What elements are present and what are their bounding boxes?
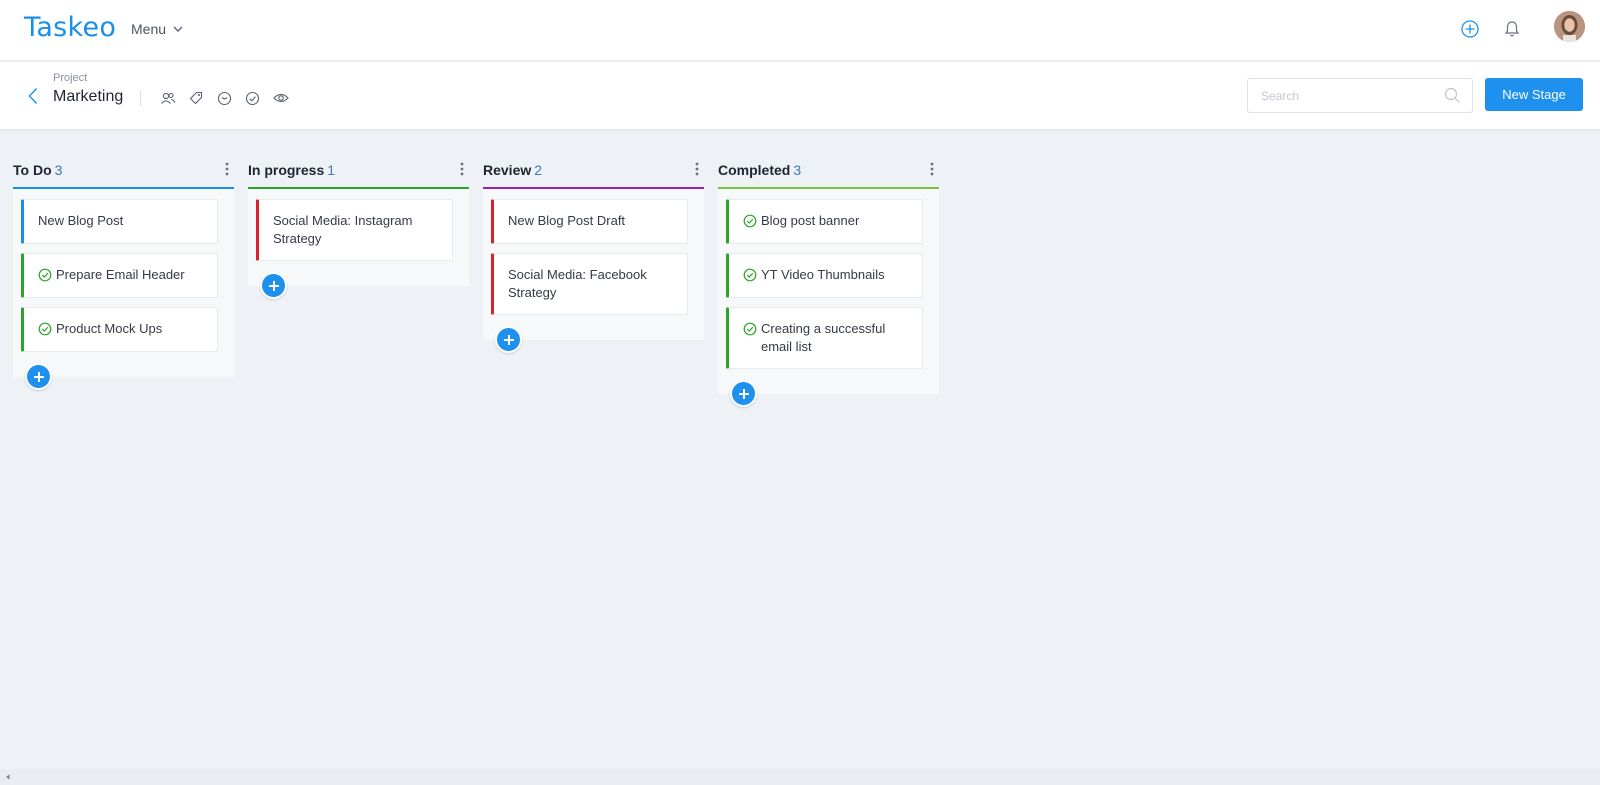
column-title-text: Review [483, 162, 532, 178]
column-header: Review 2 [483, 155, 704, 187]
add-task-button[interactable] [495, 326, 522, 353]
divider [140, 90, 141, 106]
task-title: Blog post banner [761, 213, 860, 228]
check-circle-icon [743, 322, 757, 336]
search-box [1247, 78, 1473, 113]
new-stage-button[interactable]: New Stage [1485, 78, 1583, 111]
menu-label: Menu [131, 21, 167, 37]
check-circle-icon [38, 322, 52, 336]
task-card[interactable]: YT Video Thumbnails [726, 253, 923, 298]
task-title: Social Media: Facebook Strategy [508, 267, 647, 300]
task-card[interactable]: Blog post banner [726, 199, 923, 244]
project-name: Marketing [53, 88, 124, 105]
stage-column-review: Review 2 New Blog Post Draft Social Media… [483, 155, 704, 353]
task-card[interactable]: Prepare Email Header [21, 253, 218, 298]
eye-icon[interactable] [272, 89, 290, 107]
column-count: 3 [54, 162, 63, 178]
plus-icon [33, 371, 44, 382]
bell-icon[interactable] [1501, 18, 1523, 40]
chevron-down-icon [173, 26, 183, 32]
column-header: Completed 3 [718, 155, 939, 187]
more-vertical-icon[interactable] [455, 160, 469, 178]
task-card[interactable]: Product Mock Ups [21, 307, 218, 352]
stage-column-completed: Completed 3 Blog post banner YT Video Thu… [718, 155, 939, 407]
column-body: Social Media: Instagram Strategy [248, 187, 469, 299]
minus-circle-icon[interactable] [215, 89, 233, 107]
plus-icon [503, 334, 514, 345]
column-count: 1 [327, 162, 336, 178]
task-card[interactable]: Social Media: Facebook Strategy [491, 253, 688, 315]
column-count: 3 [793, 162, 802, 178]
project-bar: Project Marketing New Stage [0, 62, 1600, 130]
more-vertical-icon[interactable] [220, 160, 234, 178]
back-arrow-icon[interactable] [25, 84, 41, 108]
task-title: YT Video Thumbnails [761, 267, 885, 282]
task-title: Product Mock Ups [56, 321, 163, 336]
column-body: New Blog Post Prepare Email Header Produ… [13, 187, 234, 390]
column-body: New Blog Post Draft Social Media: Facebo… [483, 187, 704, 353]
column-title: Completed 3 [718, 162, 801, 178]
add-task-button[interactable] [25, 363, 52, 390]
check-circle-icon [743, 268, 757, 282]
top-bar: Taskeo Menu [0, 0, 1600, 61]
project-label: Project [53, 72, 88, 84]
column-title: To Do 3 [13, 162, 62, 178]
task-title: Prepare Email Header [56, 267, 185, 282]
column-header: In progress 1 [248, 155, 469, 187]
task-card[interactable]: New Blog Post [21, 199, 218, 244]
column-header: To Do 3 [13, 155, 234, 187]
more-vertical-icon[interactable] [690, 160, 704, 178]
column-title: In progress 1 [248, 162, 335, 178]
check-circle-icon[interactable] [243, 89, 261, 107]
task-card[interactable]: Social Media: Instagram Strategy [256, 199, 453, 261]
app-logo[interactable]: Taskeo [24, 12, 116, 43]
stage-column-in-progress: In progress 1 Social Media: Instagram Str… [248, 155, 469, 299]
column-count: 2 [534, 162, 543, 178]
task-card[interactable]: New Blog Post Draft [491, 199, 688, 244]
column-title: Review 2 [483, 162, 542, 178]
check-circle-icon [743, 214, 757, 228]
main-menu-button[interactable]: Menu [131, 21, 184, 37]
column-title-text: Completed [718, 162, 791, 178]
task-title: Creating a successful email list [761, 321, 886, 354]
add-circle-icon[interactable] [1459, 18, 1481, 40]
add-task-button[interactable] [260, 272, 287, 299]
search-icon[interactable] [1444, 87, 1461, 104]
users-icon[interactable] [159, 89, 177, 107]
plus-icon [738, 388, 749, 399]
column-title-text: To Do [13, 162, 52, 178]
add-task-button[interactable] [730, 380, 757, 407]
task-title: New Blog Post [38, 213, 124, 228]
more-vertical-icon[interactable] [925, 160, 939, 178]
horizontal-scrollbar[interactable] [0, 769, 1600, 785]
column-title-text: In progress [248, 162, 325, 178]
plus-icon [268, 280, 279, 291]
stage-column-todo: To Do 3 New Blog Post Prepare Email Heade… [13, 155, 234, 390]
check-circle-icon [38, 268, 52, 282]
column-body: Blog post banner YT Video Thumbnails Cre… [718, 187, 939, 407]
search-input[interactable] [1248, 79, 1428, 112]
user-avatar[interactable] [1554, 11, 1585, 42]
tag-icon[interactable] [187, 89, 205, 107]
task-title: Social Media: Instagram Strategy [273, 213, 413, 246]
task-title: New Blog Post Draft [508, 213, 626, 228]
task-card[interactable]: Creating a successful email list [726, 307, 923, 369]
scroll-left-arrow-icon[interactable] [4, 773, 12, 781]
